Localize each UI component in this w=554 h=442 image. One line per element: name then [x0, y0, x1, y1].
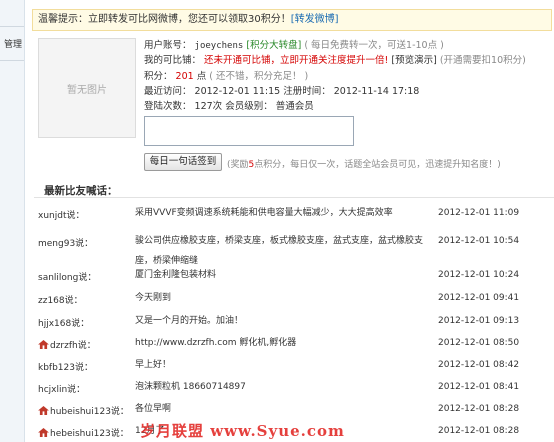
- feed-user-link[interactable]: dzrzfh说：: [38, 338, 96, 351]
- feed-user-name: xunjdt说：: [38, 211, 85, 221]
- feed-message: 泡沫颗粒机 18660714897: [135, 382, 246, 392]
- feed-divider: [34, 197, 554, 198]
- feed-user-link[interactable]: hebeishui123说：: [38, 426, 129, 439]
- feed-user-link[interactable]: hubeishui123说：: [38, 404, 129, 417]
- feed-user-name: kbfb123说：: [38, 363, 93, 373]
- feed-user-name: meng93说：: [38, 239, 94, 249]
- login-count-label: 登陆次数：: [144, 101, 192, 112]
- feed-message: http://www.dzrzfh.com 孵化机,孵化器: [135, 338, 297, 348]
- feed-user-link[interactable]: kbfb123说：: [38, 360, 93, 373]
- feed-timestamp: 2012-12-01 08:50: [438, 338, 520, 348]
- feed-message: 采用VVVF变频调速系统耗能和供电容量大幅减少，大大提高效率: [135, 208, 393, 218]
- avatar: 暂无图片: [38, 38, 136, 138]
- signin-hint: (奖励5点积分，每日仅一次，话题全站会员可见，迅速提升知名度！): [227, 157, 501, 170]
- home-icon: [38, 406, 49, 415]
- home-icon: [38, 340, 49, 349]
- daily-signin-button[interactable]: 每日一句话签到: [144, 153, 222, 171]
- left-sidebar: 管理: [0, 0, 25, 442]
- member-level-value: 普通会员: [275, 101, 314, 112]
- feed-user-link[interactable]: meng93说：: [38, 236, 93, 249]
- account-label: 用户账号：: [144, 40, 192, 51]
- feed-user-link[interactable]: sanlilong说：: [38, 270, 96, 283]
- feed-timestamp: 2012-12-01 10:24: [438, 270, 520, 280]
- feed-timestamp: 2012-12-01 08:41: [438, 382, 520, 392]
- feed-timestamp: 2012-12-01 11:09: [438, 208, 520, 218]
- feed-timestamp: 2012-12-01 08:28: [438, 426, 520, 436]
- shop-label: 我的可比铺：: [144, 55, 202, 66]
- feed-user-name: sanlilong说：: [38, 273, 97, 283]
- preview-link[interactable]: [预览演示]: [391, 55, 436, 66]
- feed-timestamp: 2012-12-01 09:41: [438, 293, 520, 303]
- watermark-text: 岁月联盟 www.Syue.com: [140, 422, 345, 440]
- feed-message: 早上好！: [135, 360, 172, 370]
- feed-user-link[interactable]: xunjdt说：: [38, 208, 84, 221]
- forward-weibo-link[interactable]: [转发微博]: [291, 14, 339, 25]
- sidebar-item-manage[interactable]: 管理: [4, 37, 22, 50]
- home-icon: [38, 428, 49, 437]
- notice-bar: 温馨提示：立即转发可比网微博，您还可以领取30积分！[转发微博]: [32, 9, 552, 31]
- signin-hint-suffix: 点积分，每日仅一次，话题全站会员可见，迅速提升知名度！): [254, 160, 501, 170]
- feed-timestamp: 2012-12-01 09:13: [438, 316, 520, 326]
- notice-text: 温馨提示：立即转发可比网微博，您还可以领取30积分！: [38, 14, 291, 25]
- visit-row: 最近访问： 2012-12-01 11:15 注册时间： 2012-11-14 …: [144, 84, 419, 99]
- feed-user-name: zz168说：: [38, 296, 83, 306]
- feed-message: 今天刚到: [135, 293, 172, 303]
- points-hint: ( 还不错，积分充足！ ): [209, 71, 309, 82]
- avatar-placeholder: 暂无图片: [67, 84, 107, 96]
- shop-row: 我的可比铺： 还未开通可比铺，立即开通关注度提升一倍! [预览演示] (开通需要…: [144, 53, 526, 68]
- sidebar-divider: [0, 26, 24, 27]
- login-count-value: 127次: [194, 101, 223, 112]
- points-unit: 点: [196, 71, 207, 82]
- feed-user-name: hubeishui123说：: [50, 407, 129, 417]
- feed-timestamp: 2012-12-01 08:42: [438, 360, 520, 370]
- feed-user-link[interactable]: zz168说：: [38, 293, 83, 306]
- feed-user-name: hebeishui123说：: [50, 429, 129, 439]
- signin-textarea[interactable]: [144, 116, 354, 146]
- wheel-hint: ( 每日免费转一次，可送1-10点 ): [304, 40, 444, 51]
- register-value: 2012-11-14 17:18: [333, 86, 420, 97]
- last-visit-label: 最近访问：: [144, 86, 192, 97]
- points-label: 积分：: [144, 71, 173, 82]
- feed-user-name: hcjxlin说：: [38, 385, 86, 395]
- feed-message: 各位早啊: [135, 404, 172, 414]
- register-label: 注册时间：: [283, 86, 331, 97]
- feed-message: 厦门金利隆包装材料: [135, 270, 217, 280]
- feed-user-name: hjjx168说：: [38, 319, 90, 329]
- feed-timestamp: 2012-12-01 10:54: [438, 236, 520, 246]
- feed-timestamp: 2012-12-01 08:28: [438, 404, 520, 414]
- feed-message: 又是一个月的开始。加油！: [135, 316, 244, 326]
- login-row: 登陆次数： 127次 会员级别： 普通会员: [144, 99, 314, 114]
- account-row: 用户账号： joeychens [积分大转盘] ( 每日免费转一次，可送1-10…: [144, 38, 444, 54]
- lucky-wheel-link[interactable]: [积分大转盘]: [246, 40, 301, 51]
- sidebar-divider: [0, 60, 24, 61]
- member-level-label: 会员级别：: [225, 101, 273, 112]
- signin-hint-prefix: (奖励: [227, 160, 249, 170]
- account-value: joeychens: [194, 41, 244, 51]
- points-row: 积分： 201 点 ( 还不错，积分充足！ ): [144, 69, 308, 84]
- feed-user-name: dzrzfh说：: [50, 341, 96, 351]
- feed-user-link[interactable]: hjjx168说：: [38, 316, 89, 329]
- points-value: 201: [175, 71, 194, 82]
- open-shop-link[interactable]: 还未开通可比铺，立即开通关注度提升一倍!: [204, 55, 388, 66]
- feed-user-link[interactable]: hcjxlin说：: [38, 382, 85, 395]
- feed-title: 最新比友喊话：: [44, 185, 118, 197]
- shop-hint: (开通需要扣10积分): [439, 55, 526, 66]
- last-visit-value: 2012-12-01 11:15: [194, 86, 281, 97]
